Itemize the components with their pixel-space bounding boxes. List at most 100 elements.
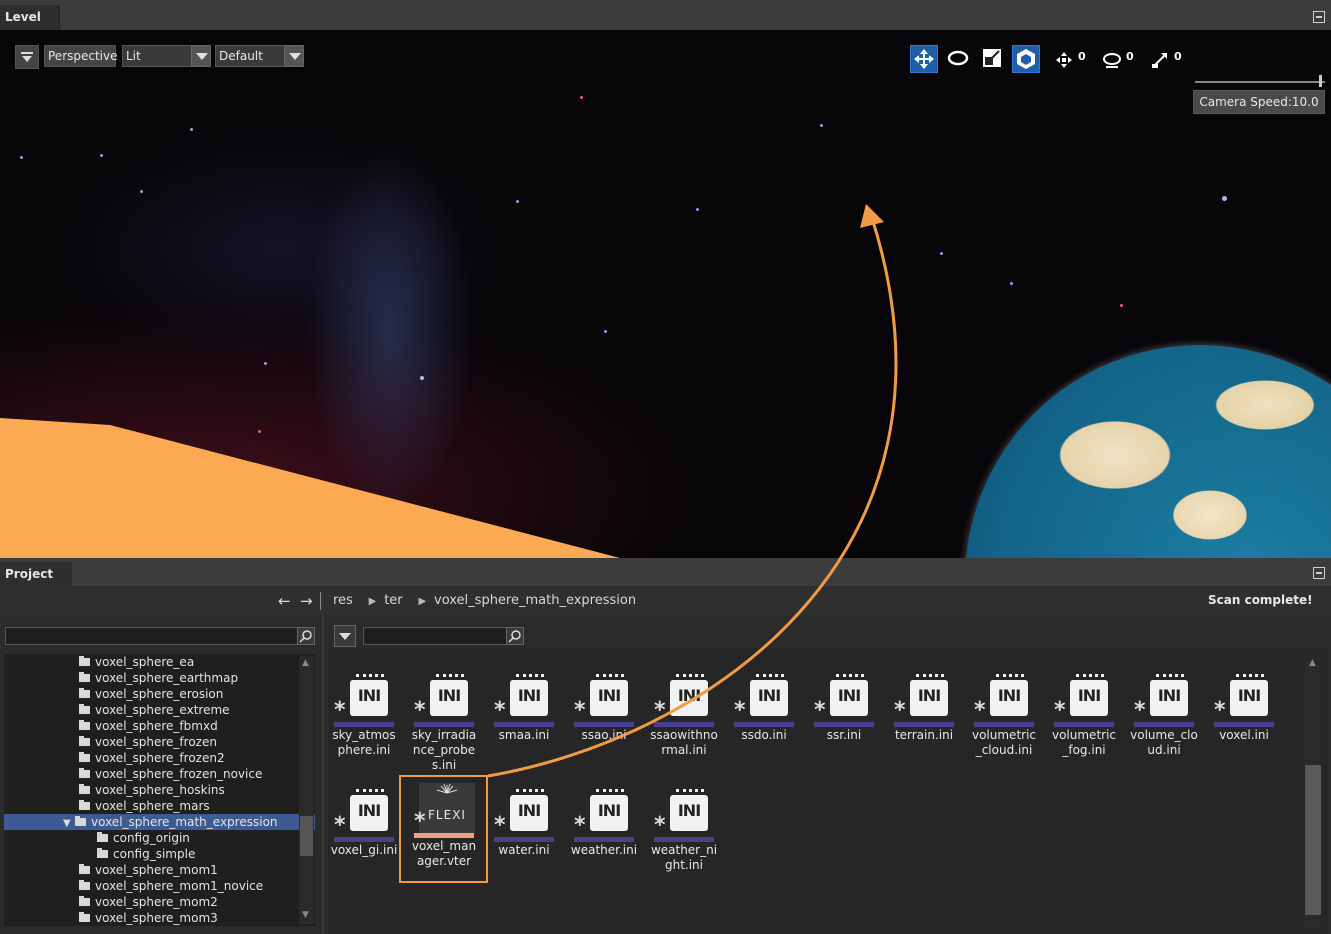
- tree-item[interactable]: voxel_sphere_mom2: [4, 894, 315, 910]
- nav-divider: [320, 592, 321, 610]
- file-name: ssr.ini: [826, 728, 862, 742]
- breadcrumb-item[interactable]: ter: [384, 593, 402, 608]
- tree-item-label: voxel_sphere_math_expression: [91, 815, 278, 829]
- tree-item-label: voxel_sphere_mom3: [95, 911, 218, 925]
- folder-open-icon: [75, 816, 86, 826]
- lit-select[interactable]: Lit: [122, 45, 192, 67]
- file-name: terrain.ini: [894, 728, 954, 742]
- file-name: smaa.ini: [498, 728, 550, 742]
- level-viewport[interactable]: Perspective Lit Default 0 0 0 Camera Spe…: [0, 30, 1331, 558]
- tree-item[interactable]: voxel_sphere_ea: [4, 654, 315, 670]
- tree-item[interactable]: voxel_sphere_mars: [4, 798, 315, 814]
- folder-icon: [79, 912, 90, 922]
- tree-scrollbar[interactable]: ▲ ▼: [299, 656, 314, 924]
- tree-item[interactable]: voxel_sphere_mom1: [4, 862, 315, 878]
- breadcrumb-item[interactable]: res: [333, 593, 353, 608]
- tree-item[interactable]: voxel_sphere_fbmxd: [4, 718, 315, 734]
- folder-icon: [79, 800, 90, 810]
- file-name: water.ini: [498, 843, 550, 857]
- move-tool-icon[interactable]: [910, 45, 938, 73]
- tree-item[interactable]: config_simple: [4, 846, 315, 862]
- ini-file-icon: INI: [582, 787, 632, 837]
- tree-item-selected[interactable]: ▼ voxel_sphere_math_expression: [4, 814, 315, 830]
- tree-item[interactable]: voxel_sphere_earthmap: [4, 670, 315, 686]
- tree-search-input[interactable]: [5, 627, 301, 645]
- tree-item-label: voxel_sphere_mom1_novice: [95, 879, 264, 893]
- rotate-tool-icon[interactable]: [944, 45, 972, 73]
- file-name: volume_cloud.ini: [1130, 728, 1198, 757]
- tree-search-button[interactable]: [297, 627, 315, 645]
- ini-file-icon: INI: [582, 672, 632, 722]
- tree-item-label: voxel_sphere_mars: [95, 799, 210, 813]
- file-name: voxel_gi.ini: [330, 843, 398, 857]
- file-name: volumetric_cloud.ini: [971, 728, 1037, 757]
- tree-item[interactable]: voxel_sphere_extreme: [4, 702, 315, 718]
- camera-speed-slider[interactable]: [1195, 81, 1325, 83]
- ini-file-icon: INI: [742, 672, 792, 722]
- tree-item[interactable]: voxel_sphere_frozen_novice: [4, 766, 315, 782]
- lit-dropdown-arrow[interactable]: [191, 45, 211, 67]
- tree-item[interactable]: voxel_sphere_frozen2: [4, 750, 315, 766]
- scroll-up-icon[interactable]: ▲: [1309, 658, 1316, 668]
- panel-splitter[interactable]: [322, 616, 324, 934]
- breadcrumb-separator-icon: ▶: [368, 596, 377, 607]
- pin-icon[interactable]: [1313, 567, 1325, 579]
- move-snap-count: 0: [1078, 50, 1086, 63]
- tree-item[interactable]: voxel_sphere_hoskins: [4, 782, 315, 798]
- ini-file-icon: INI: [1142, 672, 1192, 722]
- content-search-input[interactable]: [363, 627, 507, 645]
- move-snap-control[interactable]: 0: [1052, 48, 1092, 72]
- tree-item[interactable]: voxel_sphere_erosion: [4, 686, 315, 702]
- default-select[interactable]: Default: [215, 45, 285, 67]
- folder-icon: [79, 880, 90, 890]
- content-search-button[interactable]: [506, 627, 524, 645]
- folder-icon: [79, 784, 90, 794]
- content-scrollbar-thumb[interactable]: [1305, 765, 1321, 915]
- folder-icon: [79, 752, 90, 762]
- level-tab[interactable]: Level: [0, 5, 60, 30]
- highlight-frame: [399, 775, 488, 883]
- tree-item[interactable]: voxel_sphere_mom1_novice: [4, 878, 315, 894]
- folder-tree: voxel_sphere_ea voxel_sphere_earthmap vo…: [4, 654, 315, 926]
- tree-item-label: voxel_sphere_frozen2: [95, 751, 225, 765]
- default-dropdown-arrow[interactable]: [284, 45, 304, 67]
- tree-item[interactable]: voxel_sphere_mom3: [4, 910, 315, 926]
- file-name: weather_night.ini: [650, 843, 718, 872]
- breadcrumb-item[interactable]: voxel_sphere_math_expression: [434, 593, 636, 608]
- folder-icon: [79, 768, 90, 778]
- ini-file-icon: INI: [902, 672, 952, 722]
- file-name: sky_atmosphere.ini: [332, 728, 396, 757]
- tree-item-label: voxel_sphere_frozen_novice: [95, 767, 263, 781]
- pin-icon[interactable]: [1313, 11, 1325, 23]
- forward-arrow-icon[interactable]: →: [300, 592, 313, 610]
- scroll-down-icon[interactable]: ▼: [302, 910, 309, 920]
- tree-item[interactable]: config_origin: [4, 830, 315, 846]
- scale-snap-count: 0: [1174, 50, 1182, 63]
- search-icon: [299, 630, 312, 643]
- camera-speed-label: Camera Speed:10.0: [1193, 90, 1325, 114]
- content-filter-button[interactable]: [334, 625, 356, 647]
- ini-file-icon: INI: [982, 672, 1032, 722]
- back-arrow-icon[interactable]: ←: [278, 592, 291, 610]
- move-snap-icon: [1056, 52, 1072, 68]
- file-name: ssao.ini: [581, 728, 627, 742]
- tree-scrollbar-thumb[interactable]: [300, 816, 313, 856]
- breadcrumb-separator-icon: ▶: [418, 596, 427, 607]
- scroll-up-icon[interactable]: ▲: [302, 658, 309, 668]
- ini-file-icon: INI: [1222, 672, 1272, 722]
- project-panel-header: [0, 558, 1331, 586]
- scale-snap-control[interactable]: 0: [1148, 48, 1188, 72]
- folder-icon: [79, 896, 90, 906]
- rotate-snap-control[interactable]: 0: [1100, 48, 1140, 72]
- tree-item-label: voxel_sphere_ea: [95, 655, 195, 669]
- viewport-menu-button[interactable]: [15, 45, 39, 69]
- local-space-icon[interactable]: [1012, 45, 1040, 73]
- tree-item-label: voxel_sphere_fbmxd: [95, 719, 218, 733]
- file-name: volumetric_fog.ini: [1051, 728, 1117, 757]
- project-tab[interactable]: Project: [0, 562, 72, 586]
- perspective-button[interactable]: Perspective: [44, 45, 118, 67]
- camera-speed-slider-thumb[interactable]: [1319, 75, 1322, 87]
- scale-tool-icon[interactable]: [978, 45, 1006, 73]
- tree-item[interactable]: voxel_sphere_frozen: [4, 734, 315, 750]
- chevron-down-icon: [339, 633, 351, 640]
